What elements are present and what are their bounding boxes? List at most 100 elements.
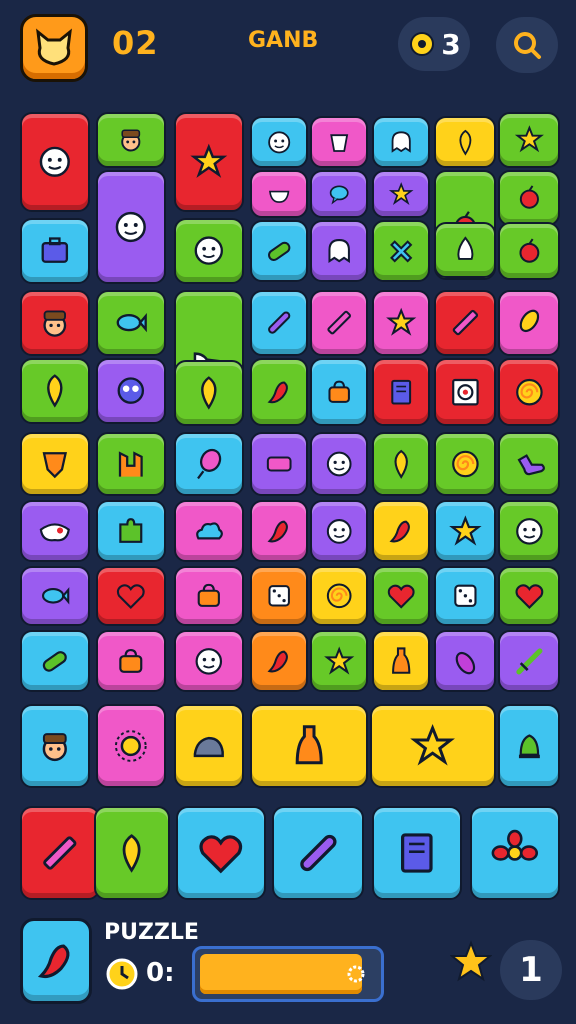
board-tile[interactable] bbox=[96, 290, 166, 356]
board-tile[interactable] bbox=[310, 358, 368, 426]
puzzle-icon bbox=[119, 517, 143, 543]
board-tile[interactable] bbox=[20, 704, 90, 788]
board-tile[interactable] bbox=[250, 170, 308, 218]
board-tile[interactable] bbox=[498, 358, 560, 426]
face-icon bbox=[515, 517, 543, 545]
board-tile[interactable] bbox=[176, 806, 266, 900]
board-tile[interactable] bbox=[434, 116, 496, 168]
board-tile[interactable] bbox=[20, 630, 90, 692]
board-tile[interactable] bbox=[498, 170, 560, 226]
sock-icon bbox=[517, 454, 545, 476]
board-tile[interactable] bbox=[174, 360, 244, 426]
board-tile[interactable] bbox=[310, 566, 368, 626]
board-tile[interactable] bbox=[372, 290, 430, 356]
board-tile[interactable] bbox=[310, 432, 368, 496]
board-tile[interactable] bbox=[372, 630, 430, 692]
board-tile[interactable] bbox=[20, 806, 100, 900]
board-tile[interactable] bbox=[20, 112, 90, 212]
board-tile[interactable] bbox=[174, 630, 244, 692]
shield-icon bbox=[42, 452, 68, 479]
board-tile[interactable] bbox=[96, 704, 166, 788]
board-tile[interactable] bbox=[372, 806, 462, 900]
garlic-icon bbox=[457, 236, 473, 261]
board-tile[interactable] bbox=[20, 566, 90, 626]
tile-board bbox=[0, 0, 576, 1024]
board-tile[interactable] bbox=[310, 116, 368, 168]
board-tile[interactable] bbox=[96, 566, 166, 626]
star-icon bbox=[514, 125, 544, 153]
board-tile[interactable] bbox=[498, 222, 560, 280]
board-tile[interactable] bbox=[96, 630, 166, 692]
spiral-icon bbox=[515, 378, 543, 406]
board-tile[interactable] bbox=[434, 290, 496, 356]
puzzle-label: PUZZLE bbox=[104, 920, 199, 945]
board-tile[interactable] bbox=[372, 220, 430, 282]
board-tile[interactable] bbox=[372, 116, 430, 168]
fish-icon bbox=[42, 587, 70, 605]
board-tile[interactable] bbox=[20, 432, 90, 496]
board-tile[interactable] bbox=[434, 222, 496, 278]
star-icon bbox=[190, 143, 228, 179]
hat-face-icon bbox=[43, 310, 67, 338]
board-tile[interactable] bbox=[498, 432, 560, 496]
board-tile[interactable] bbox=[250, 358, 308, 426]
board-tile[interactable] bbox=[372, 500, 430, 562]
board-tile[interactable] bbox=[498, 630, 560, 692]
board-tile[interactable] bbox=[20, 218, 90, 284]
board-tile[interactable] bbox=[174, 218, 244, 284]
board-tile[interactable] bbox=[250, 500, 308, 562]
board-tile[interactable] bbox=[372, 566, 430, 626]
board-tile[interactable] bbox=[20, 290, 90, 356]
current-tile[interactable] bbox=[20, 918, 92, 1004]
board-tile[interactable] bbox=[370, 704, 496, 788]
board-tile[interactable] bbox=[174, 432, 244, 496]
board-tile[interactable] bbox=[174, 704, 244, 788]
stone-icon bbox=[193, 736, 225, 758]
clock-icon bbox=[106, 958, 138, 990]
board-tile[interactable] bbox=[372, 432, 430, 496]
board-tile[interactable] bbox=[470, 806, 560, 900]
board-tile[interactable] bbox=[372, 170, 430, 218]
board-tile[interactable] bbox=[434, 432, 496, 496]
board-tile[interactable] bbox=[434, 358, 496, 426]
board-tile[interactable] bbox=[498, 290, 560, 356]
gear-icon bbox=[347, 965, 365, 983]
board-tile[interactable] bbox=[96, 170, 166, 284]
board-tile[interactable] bbox=[310, 290, 368, 356]
board-tile[interactable] bbox=[20, 500, 90, 562]
board-tile[interactable] bbox=[434, 630, 496, 692]
board-tile[interactable] bbox=[96, 432, 166, 496]
board-tile[interactable] bbox=[498, 112, 560, 168]
board-tile[interactable] bbox=[96, 500, 166, 562]
board-tile[interactable] bbox=[498, 704, 560, 788]
board-tile[interactable] bbox=[174, 500, 244, 562]
chair-icon bbox=[119, 451, 143, 477]
board-tile[interactable] bbox=[310, 500, 368, 562]
spiral-icon bbox=[326, 583, 352, 609]
board-tile[interactable] bbox=[434, 500, 496, 562]
board-tile[interactable] bbox=[372, 358, 430, 426]
board-tile[interactable] bbox=[96, 358, 166, 424]
board-tile[interactable] bbox=[250, 704, 368, 788]
pickle-icon bbox=[267, 241, 291, 261]
board-tile[interactable] bbox=[498, 500, 560, 562]
dice-icon bbox=[453, 584, 477, 608]
board-tile[interactable] bbox=[250, 630, 308, 692]
owl-icon bbox=[117, 377, 145, 405]
board-tile[interactable] bbox=[434, 566, 496, 626]
board-tile[interactable] bbox=[20, 358, 90, 424]
board-tile[interactable] bbox=[250, 116, 308, 168]
board-tile[interactable] bbox=[250, 566, 308, 626]
board-tile[interactable] bbox=[272, 806, 364, 900]
board-tile[interactable] bbox=[310, 220, 368, 282]
board-tile[interactable] bbox=[498, 566, 560, 626]
board-tile[interactable] bbox=[174, 112, 244, 212]
board-tile[interactable] bbox=[250, 432, 308, 496]
board-tile[interactable] bbox=[310, 170, 368, 218]
board-tile[interactable] bbox=[174, 566, 244, 626]
board-tile[interactable] bbox=[310, 630, 368, 692]
board-tile[interactable] bbox=[250, 290, 308, 356]
board-tile[interactable] bbox=[94, 806, 170, 900]
board-tile[interactable] bbox=[250, 220, 308, 282]
board-tile[interactable] bbox=[96, 112, 166, 168]
